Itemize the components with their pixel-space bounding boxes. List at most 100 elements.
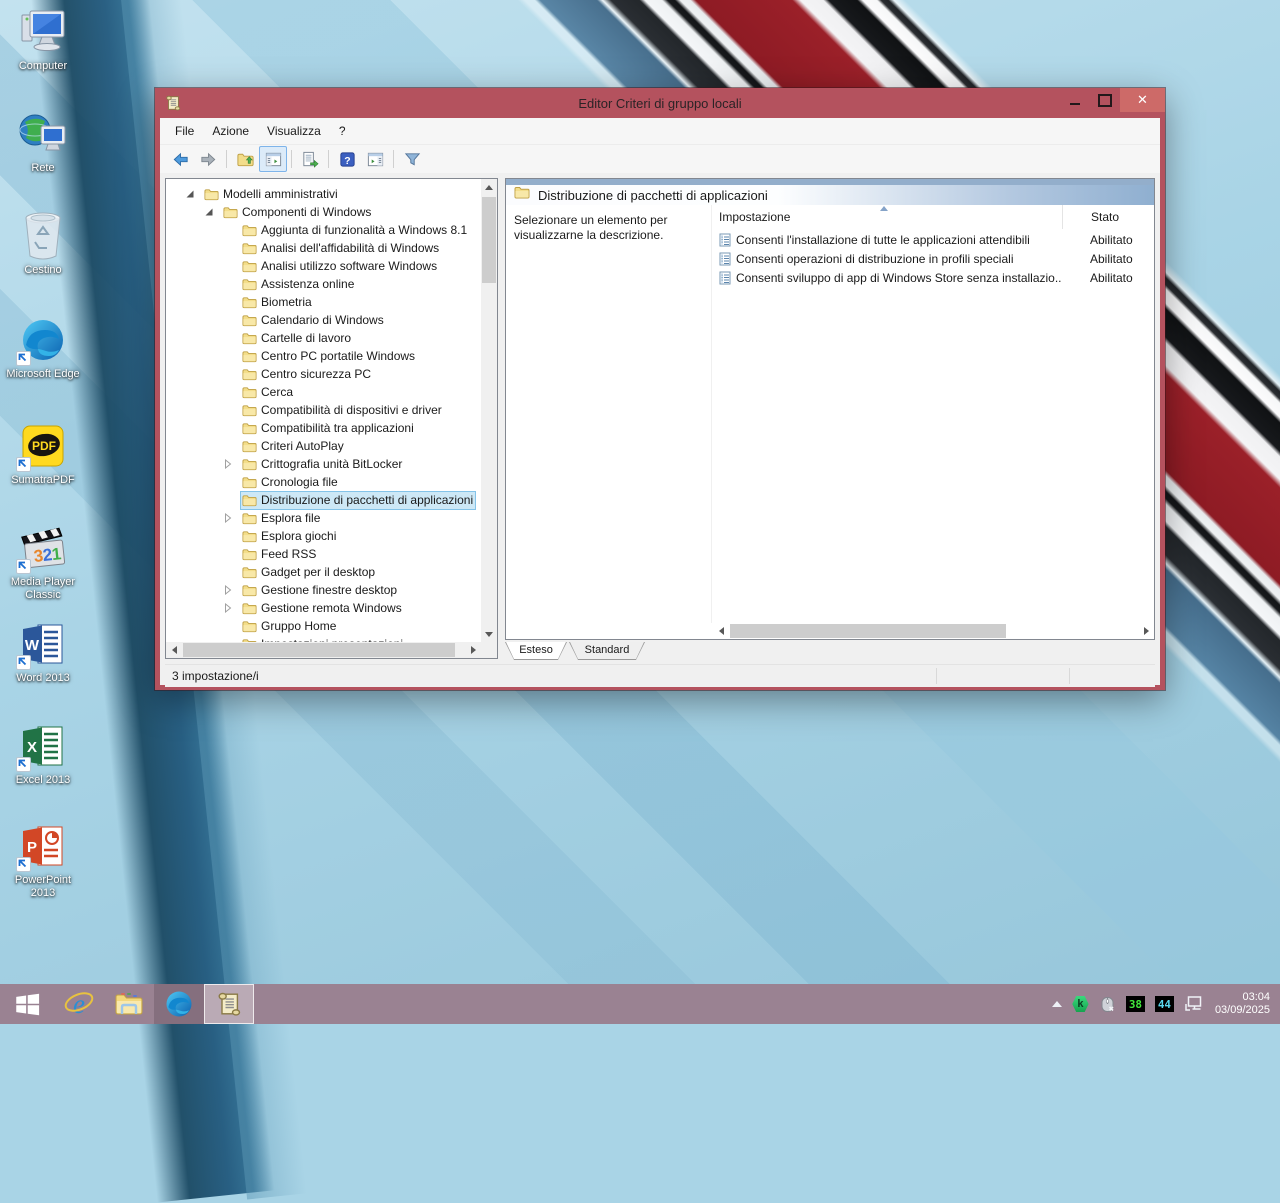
tree-collapsed-icon[interactable] [222,458,234,470]
scrollbar-thumb[interactable] [482,197,496,283]
show-console-tree-icon[interactable] [259,146,287,172]
tab-standard[interactable]: Standard [569,642,645,660]
scroll-left-icon[interactable] [713,623,729,639]
up-one-level-icon[interactable] [231,146,259,172]
tree-item[interactable]: Aggiunta di funzionalità a Windows 8.1 [166,221,481,239]
desktop-icon-rete[interactable]: Rete [4,108,82,175]
taskbar-gpedit-icon[interactable] [204,984,254,1024]
tree-indent [222,296,234,308]
maximize-button[interactable] [1090,88,1120,112]
taskbar-ie-icon[interactable]: e [54,984,104,1024]
tree-item[interactable]: Criteri AutoPlay [166,437,481,455]
tree-item[interactable]: Modelli amministrativi [166,185,481,203]
tree-item[interactable]: Gestione remota Windows [166,599,481,617]
tree-item[interactable]: Gestione finestre desktop [166,581,481,599]
taskbar-explorer-icon[interactable] [104,984,154,1024]
tree-item[interactable]: Biometria [166,293,481,311]
folder-icon [242,530,257,543]
desktop-icon-mpc[interactable]: 3 2 1 Media Player Classic [4,522,82,602]
scrollbar-thumb[interactable] [183,643,455,657]
tree-collapsed-icon[interactable] [222,512,234,524]
column-header-impostazione[interactable]: Impostazione [712,210,1062,224]
desktop-icon-excel[interactable]: X Excel 2013 [4,720,82,787]
mouse-utility-icon[interactable] [1099,996,1116,1013]
scroll-right-icon[interactable] [1138,623,1154,639]
tree-expanded-icon[interactable] [184,188,196,200]
list-rows: Consenti l'installazione di tutte le app… [712,230,1154,287]
setting-row[interactable]: Consenti sviluppo di app di Windows Stor… [712,268,1154,287]
tree-item[interactable]: Centro PC portatile Windows [166,347,481,365]
kaspersky-icon[interactable]: k [1072,996,1089,1013]
list-horizontal-scrollbar[interactable] [713,623,1154,639]
tree-horizontal-scrollbar[interactable] [166,642,481,658]
tree-expanded-icon[interactable] [203,206,215,218]
tree-vertical-scrollbar[interactable] [481,179,497,642]
tab-esteso[interactable]: Esteso [505,642,567,660]
tree-item[interactable]: Esplora giochi [166,527,481,545]
help-icon[interactable]: ? [333,146,361,172]
taskbar-clock[interactable]: 03:04 03/09/2025 [1215,991,1270,1017]
tree-item[interactable]: Componenti di Windows [166,203,481,221]
folder-icon [242,422,257,435]
folder-icon [242,296,257,309]
tree-item[interactable]: Analisi utilizzo software Windows [166,257,481,275]
folder-icon [242,404,257,417]
scroll-right-icon[interactable] [465,642,481,658]
tree-item[interactable]: Crittografia unità BitLocker [166,455,481,473]
scroll-left-icon[interactable] [166,642,182,658]
desktop-icon-cestino[interactable]: Cestino [4,210,82,277]
tree-collapsed-icon[interactable] [222,602,234,614]
tree-item[interactable]: Compatibilità di dispositivi e driver [166,401,481,419]
tree-item[interactable]: Cartelle di lavoro [166,329,481,347]
start-button[interactable] [0,984,54,1024]
export-list-icon[interactable] [296,146,324,172]
setting-row[interactable]: Consenti operazioni di distribuzione in … [712,249,1154,268]
tree-item[interactable]: Analisi dell'affidabilità di Windows [166,239,481,257]
setting-name: Consenti sviluppo di app di Windows Stor… [736,271,1062,285]
tree-item[interactable]: Assistenza online [166,275,481,293]
desktop-icon-powerpoint[interactable]: P PowerPoint 2013 [4,820,82,900]
tree-item[interactable]: Cerca [166,383,481,401]
setting-row[interactable]: Consenti l'installazione di tutte le app… [712,230,1154,249]
tree-item[interactable]: Gadget per il desktop [166,563,481,581]
desktop-icon-sumatrapdf[interactable]: PDF SumatraPDF [4,420,82,487]
column-header-stato[interactable]: Stato [1062,205,1154,229]
show-action-pane-icon[interactable] [361,146,389,172]
shortcut-arrow-icon [16,857,31,872]
tree-item[interactable]: Centro sicurezza PC [166,365,481,383]
tree-collapsed-icon[interactable] [222,584,234,596]
hidden-icons-button[interactable] [1052,1001,1062,1007]
menu-help[interactable]: ? [330,120,355,142]
desktop-icon-word[interactable]: W Word 2013 [4,618,82,685]
menu-azione[interactable]: Azione [203,120,258,142]
menu-visualizza[interactable]: Visualizza [258,120,330,142]
scrollbar-thumb[interactable] [730,624,1006,638]
folder-icon [242,494,257,507]
tree-item[interactable]: Gruppo Home [166,617,481,635]
tree-item[interactable]: Compatibilità tra applicazioni [166,419,481,437]
tray-badge-38[interactable]: 38 [1126,996,1145,1012]
network-icon[interactable] [1184,995,1204,1013]
minimize-button[interactable] [1060,88,1090,112]
title-bar[interactable]: Editor Criteri di gruppo locali ✕ [155,88,1165,118]
tray-badge-44[interactable]: 44 [1155,996,1174,1012]
forward-icon[interactable] [194,146,222,172]
desktop-icon-edge[interactable]: Microsoft Edge [4,314,82,381]
tree-item-selected[interactable]: Distribuzione di pacchetti di applicazio… [166,491,481,509]
back-icon[interactable] [166,146,194,172]
tree-item[interactable]: Cronologia file [166,473,481,491]
menu-file[interactable]: File [166,120,203,142]
close-button[interactable]: ✕ [1120,88,1165,112]
tree-item[interactable]: Feed RSS [166,545,481,563]
setting-status: Abilitato [1062,252,1154,266]
desktop-icon-computer[interactable]: Computer [4,6,82,73]
scroll-down-icon[interactable] [481,626,497,642]
filter-icon[interactable] [398,146,426,172]
word-icon: W [4,618,82,670]
tree-item[interactable]: Impostazioni presentazioni [166,635,481,642]
taskbar-edge-icon[interactable] [154,984,204,1024]
folder-icon [242,386,257,399]
tree-item[interactable]: Esplora file [166,509,481,527]
tree-item[interactable]: Calendario di Windows [166,311,481,329]
scroll-up-icon[interactable] [481,179,497,195]
